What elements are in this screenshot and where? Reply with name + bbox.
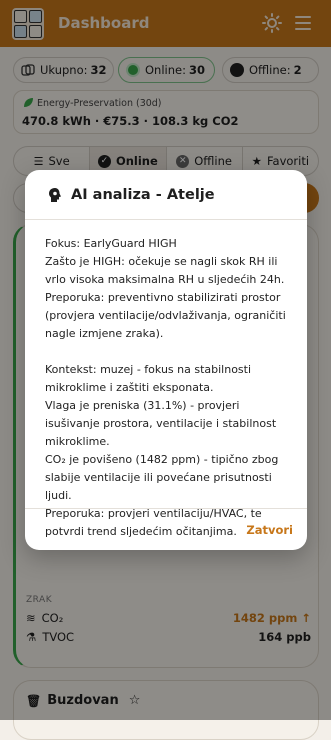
- analysis-reason: Zašto je HIGH: očekuje se nagli skok RH …: [45, 255, 285, 286]
- analysis-context: Kontekst: muzej - fokus na stabilnosti m…: [45, 363, 252, 394]
- brain-head-icon: [49, 187, 61, 202]
- dialog-footer: Zatvori: [25, 508, 307, 550]
- analysis-humidity: Vlaga je preniska (31.1%) - provjeri isu…: [45, 399, 277, 448]
- analysis-co2: CO₂ je povišeno (1482 ppm) - tipično zbo…: [45, 453, 279, 502]
- analysis-recommendation: Preporuka: preventivno stabilizirati pro…: [45, 291, 286, 340]
- analysis-focus: Fokus: EarlyGuard HIGH: [45, 237, 177, 250]
- ai-analysis-dialog: AI analiza - Atelje Fokus: EarlyGuard HI…: [25, 170, 307, 550]
- dialog-body: Fokus: EarlyGuard HIGH Zašto je HIGH: oč…: [25, 220, 307, 541]
- dialog-header: AI analiza - Atelje: [25, 170, 307, 220]
- close-button[interactable]: Zatvori: [246, 523, 293, 537]
- dialog-title: AI analiza - Atelje: [71, 186, 215, 203]
